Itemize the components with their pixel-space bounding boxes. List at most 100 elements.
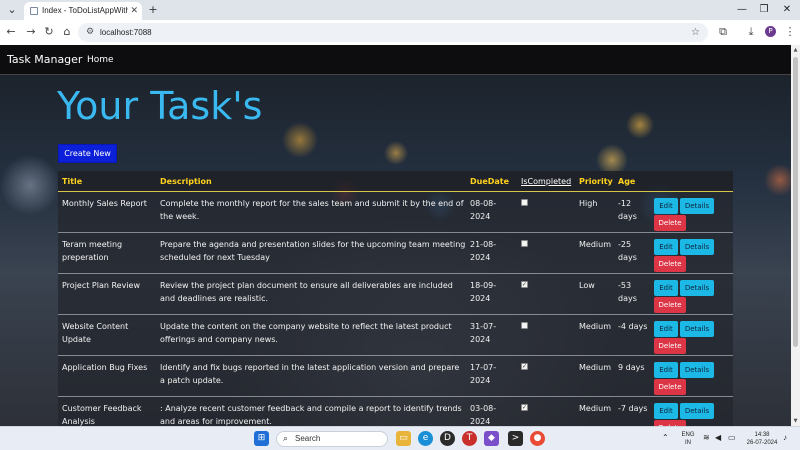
- extensions-icon[interactable]: ⧉: [716, 25, 730, 39]
- task-due-date: 17-07-2024: [470, 363, 497, 385]
- edit-button[interactable]: Edit: [654, 403, 678, 419]
- details-button[interactable]: Details: [680, 198, 714, 214]
- download-icon[interactable]: ⤓: [744, 25, 758, 39]
- task-due-date: 21-08-2024: [470, 240, 497, 262]
- volume-icon[interactable]: ◀: [715, 434, 721, 442]
- tab-title: Index - ToDoListAppWithDatab: [42, 6, 128, 15]
- chrome-icon[interactable]: ●: [530, 431, 545, 446]
- file-explorer-icon[interactable]: ▭: [396, 431, 411, 446]
- task-title: Customer Feedback Analysis: [62, 404, 142, 426]
- tray-time: 14:38: [754, 432, 770, 438]
- delete-button[interactable]: Delete: [654, 297, 686, 313]
- dell-icon[interactable]: D: [440, 431, 455, 446]
- details-button[interactable]: Details: [680, 239, 714, 255]
- new-tab-plus-icon[interactable]: +: [146, 3, 160, 17]
- column-title: Title: [62, 177, 83, 186]
- scrollbar-thumb[interactable]: [793, 57, 798, 347]
- task-description: Review the project plan document to ensu…: [160, 281, 453, 303]
- task-priority: Medium: [579, 404, 611, 413]
- table-header: Title Description DueDate IsCompleted Pr…: [58, 171, 733, 192]
- address-url[interactable]: localhost:7088: [100, 23, 152, 42]
- tray-language[interactable]: ENG IN: [678, 431, 698, 447]
- details-button[interactable]: Details: [680, 403, 714, 419]
- tab-close-icon[interactable]: ✕: [130, 2, 138, 20]
- create-new-button[interactable]: Create New: [58, 144, 117, 163]
- task-age: -53 days: [618, 281, 637, 303]
- bookmark-star-icon[interactable]: ☆: [691, 23, 700, 42]
- taskbar-search-label: Search: [295, 434, 321, 443]
- edit-button[interactable]: Edit: [654, 239, 678, 255]
- column-description: Description: [160, 177, 212, 186]
- search-icon: ⌕: [283, 434, 289, 444]
- task-title: Application Bug Fixes: [62, 363, 148, 372]
- taskbar-search[interactable]: ⌕ Search: [276, 431, 388, 447]
- app-t-icon[interactable]: T: [462, 431, 477, 446]
- home-icon[interactable]: ⌂: [60, 25, 74, 39]
- column-duedate: DueDate: [470, 177, 510, 186]
- delete-button[interactable]: Delete: [654, 256, 686, 272]
- app-brand[interactable]: Task Manager: [7, 45, 82, 75]
- wifi-icon[interactable]: ≋: [703, 434, 710, 442]
- task-age: -25 days: [618, 240, 637, 262]
- window-close-icon[interactable]: ✕: [778, 2, 796, 18]
- scroll-up-icon[interactable]: ▲: [792, 47, 799, 53]
- column-iscompleted[interactable]: IsCompleted: [521, 171, 571, 192]
- page-scrollbar[interactable]: ▲ ▼: [791, 45, 800, 426]
- reload-icon[interactable]: ↻: [42, 25, 56, 39]
- task-completed-checkbox[interactable]: ✓: [521, 404, 528, 411]
- edit-button[interactable]: Edit: [654, 280, 678, 296]
- tray-clock[interactable]: 14:38 26-07-2024: [743, 431, 781, 447]
- task-description: Complete the monthly report for the sale…: [160, 199, 464, 221]
- edit-button[interactable]: Edit: [654, 362, 678, 378]
- restore-icon[interactable]: ❐: [755, 2, 773, 18]
- delete-button[interactable]: Delete: [654, 215, 686, 231]
- windows-start-icon[interactable]: ⊞: [254, 431, 269, 446]
- tab-list-chevron-icon[interactable]: ⌄: [5, 3, 19, 17]
- browser-menu-icon[interactable]: ⋮: [783, 25, 797, 39]
- tray-region: IN: [685, 440, 691, 446]
- terminal-icon[interactable]: >: [508, 431, 523, 446]
- nav-link-home[interactable]: Home: [87, 45, 114, 75]
- browser-tab-bar: ⌄ Index - ToDoListAppWithDatab ✕ + — ❐ ✕: [0, 0, 800, 20]
- scroll-down-icon[interactable]: ▼: [792, 418, 799, 424]
- task-completed-checkbox[interactable]: [521, 322, 528, 329]
- task-due-date: 31-07-2024: [470, 322, 497, 344]
- battery-icon[interactable]: ▭: [728, 434, 736, 442]
- details-button[interactable]: Details: [680, 280, 714, 296]
- task-age: -7 days: [618, 404, 648, 413]
- task-description: Identify and fix bugs reported in the la…: [160, 363, 460, 385]
- task-due-date: 18-09-2024: [470, 281, 497, 303]
- tray-overflow-icon[interactable]: ⌃: [662, 434, 669, 442]
- task-completed-checkbox[interactable]: [521, 199, 528, 206]
- column-priority: Priority: [579, 177, 613, 186]
- os-taskbar: ⊞ ⌕ Search ▭ e D T ◆ > ● ⌃ ENG IN ≋ ◀ ▭ …: [0, 426, 800, 450]
- task-completed-checkbox[interactable]: [521, 240, 528, 247]
- task-due-date: 03-08-2024: [470, 404, 497, 426]
- tab-favicon-icon: [30, 7, 38, 15]
- notification-bell-icon[interactable]: ♪: [783, 434, 787, 442]
- task-priority: Low: [579, 281, 595, 290]
- edit-button[interactable]: Edit: [654, 321, 678, 337]
- details-button[interactable]: Details: [680, 321, 714, 337]
- delete-button[interactable]: Delete: [654, 379, 686, 395]
- table-row: Website Content Update Update the content…: [58, 315, 733, 356]
- details-button[interactable]: Details: [680, 362, 714, 378]
- delete-button[interactable]: Delete: [654, 338, 686, 354]
- task-completed-checkbox[interactable]: ✓: [521, 363, 528, 370]
- site-info-icon[interactable]: ⚙: [86, 25, 94, 40]
- task-age: 9 days: [618, 363, 645, 372]
- task-description: : Analyze recent customer feedback and c…: [160, 404, 462, 426]
- visual-studio-icon[interactable]: ◆: [484, 431, 499, 446]
- tray-date: 26-07-2024: [746, 440, 778, 446]
- forward-icon[interactable]: →: [24, 25, 38, 39]
- minimize-icon[interactable]: —: [733, 2, 751, 18]
- task-title: Project Plan Review: [62, 281, 141, 290]
- back-icon[interactable]: ←: [4, 25, 18, 39]
- edge-browser-icon[interactable]: e: [418, 431, 433, 446]
- profile-avatar[interactable]: P: [765, 26, 776, 37]
- task-completed-checkbox[interactable]: ✓: [521, 281, 528, 288]
- address-bar[interactable]: ⚙ localhost:7088 ☆: [78, 23, 708, 42]
- browser-tab[interactable]: Index - ToDoListAppWithDatab ✕: [24, 2, 142, 20]
- task-priority: Medium: [579, 240, 611, 249]
- edit-button[interactable]: Edit: [654, 198, 678, 214]
